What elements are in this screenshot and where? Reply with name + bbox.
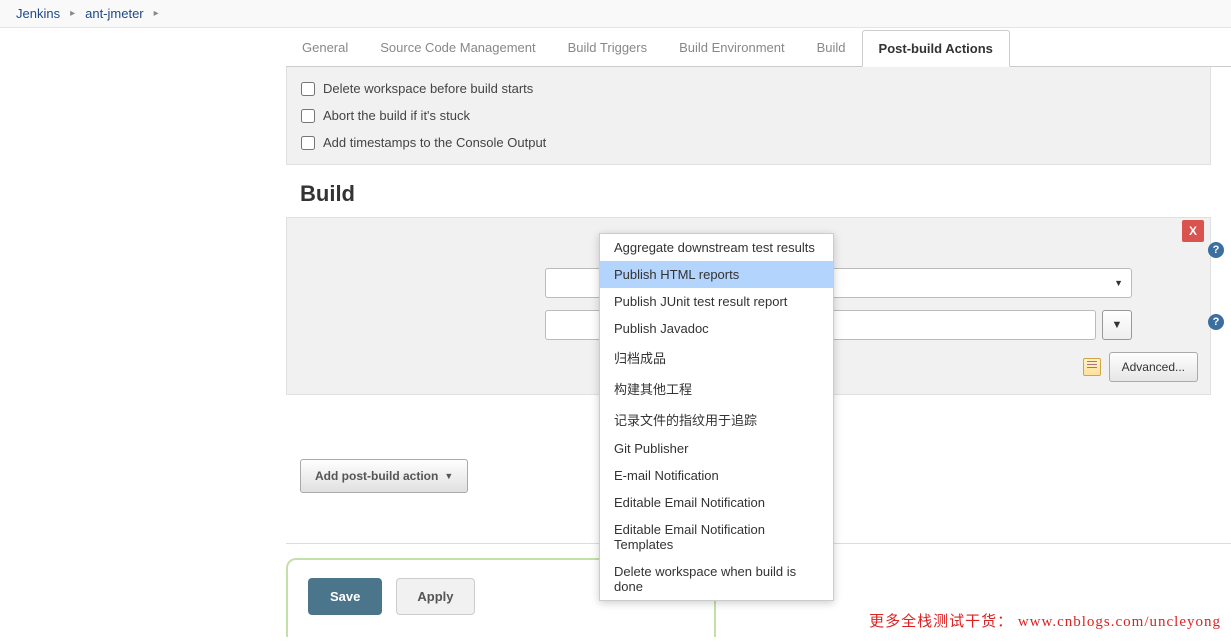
build-env-section: Delete workspace before build starts Abo…	[286, 67, 1211, 165]
checkbox-abort-stuck[interactable]	[301, 109, 315, 123]
menu-item-archive[interactable]: 归档成品	[600, 342, 833, 373]
add-post-build-label: Add post-build action	[315, 469, 438, 483]
chevron-down-icon: ▼	[1112, 319, 1123, 331]
check-label: Abort the build if it's stuck	[323, 108, 470, 123]
build-section-title: Build	[286, 165, 1231, 217]
tab-triggers[interactable]: Build Triggers	[552, 30, 663, 66]
notepad-icon	[1083, 358, 1101, 376]
chevron-down-icon: ▼	[444, 471, 453, 481]
menu-item-editable-email[interactable]: Editable Email Notification	[600, 489, 833, 516]
check-abort-stuck[interactable]: Abort the build if it's stuck	[287, 102, 1210, 129]
menu-item-publish-javadoc[interactable]: Publish Javadoc	[600, 315, 833, 342]
menu-item-delete-ws-done[interactable]: Delete workspace when build is done	[600, 558, 833, 600]
close-icon[interactable]: X	[1182, 220, 1204, 242]
menu-item-fingerprint[interactable]: 记录文件的指纹用于追踪	[600, 404, 833, 435]
save-button[interactable]: Save	[308, 578, 382, 615]
dropdown-button[interactable]: ▼	[1102, 310, 1132, 340]
advanced-button[interactable]: Advanced...	[1109, 352, 1198, 382]
help-icon[interactable]: ?	[1208, 314, 1224, 330]
tab-general[interactable]: General	[286, 30, 364, 66]
breadcrumb-project[interactable]: ant-jmeter	[79, 6, 150, 21]
tab-post-build[interactable]: Post-build Actions	[862, 30, 1010, 67]
menu-item-build-other[interactable]: 构建其他工程	[600, 373, 833, 404]
chevron-down-icon: ▼	[1114, 278, 1123, 288]
menu-item-editable-email-tpl[interactable]: Editable Email Notification Templates	[600, 516, 833, 558]
menu-item-email[interactable]: E-mail Notification	[600, 462, 833, 489]
chevron-right-icon: ▸	[150, 8, 163, 19]
breadcrumb-root[interactable]: Jenkins	[10, 6, 66, 21]
tab-env[interactable]: Build Environment	[663, 30, 801, 66]
left-spacer	[0, 28, 286, 637]
footer-watermark: 更多全栈测试干货： www.cnblogs.com/uncleyong	[869, 610, 1221, 631]
post-build-dropdown-menu: Aggregate downstream test results Publis…	[599, 233, 834, 601]
check-label: Add timestamps to the Console Output	[323, 135, 546, 150]
tab-build[interactable]: Build	[801, 30, 862, 66]
tab-scm[interactable]: Source Code Management	[364, 30, 551, 66]
menu-item-publish-junit[interactable]: Publish JUnit test result report	[600, 288, 833, 315]
menu-item-publish-html[interactable]: Publish HTML reports	[600, 261, 833, 288]
checkbox-timestamps[interactable]	[301, 136, 315, 150]
checkbox-delete-workspace[interactable]	[301, 82, 315, 96]
add-post-build-action-button[interactable]: Add post-build action ▼	[300, 459, 468, 493]
config-tabs: General Source Code Management Build Tri…	[286, 30, 1231, 67]
apply-button[interactable]: Apply	[396, 578, 474, 615]
check-timestamps[interactable]: Add timestamps to the Console Output	[287, 129, 1210, 156]
menu-item-git-publisher[interactable]: Git Publisher	[600, 435, 833, 462]
check-label: Delete workspace before build starts	[323, 81, 533, 96]
check-delete-workspace[interactable]: Delete workspace before build starts	[287, 75, 1210, 102]
menu-item-aggregate[interactable]: Aggregate downstream test results	[600, 234, 833, 261]
chevron-right-icon: ▸	[66, 8, 79, 19]
help-icon[interactable]: ?	[1208, 242, 1224, 258]
breadcrumb: Jenkins ▸ ant-jmeter ▸	[0, 0, 1231, 28]
